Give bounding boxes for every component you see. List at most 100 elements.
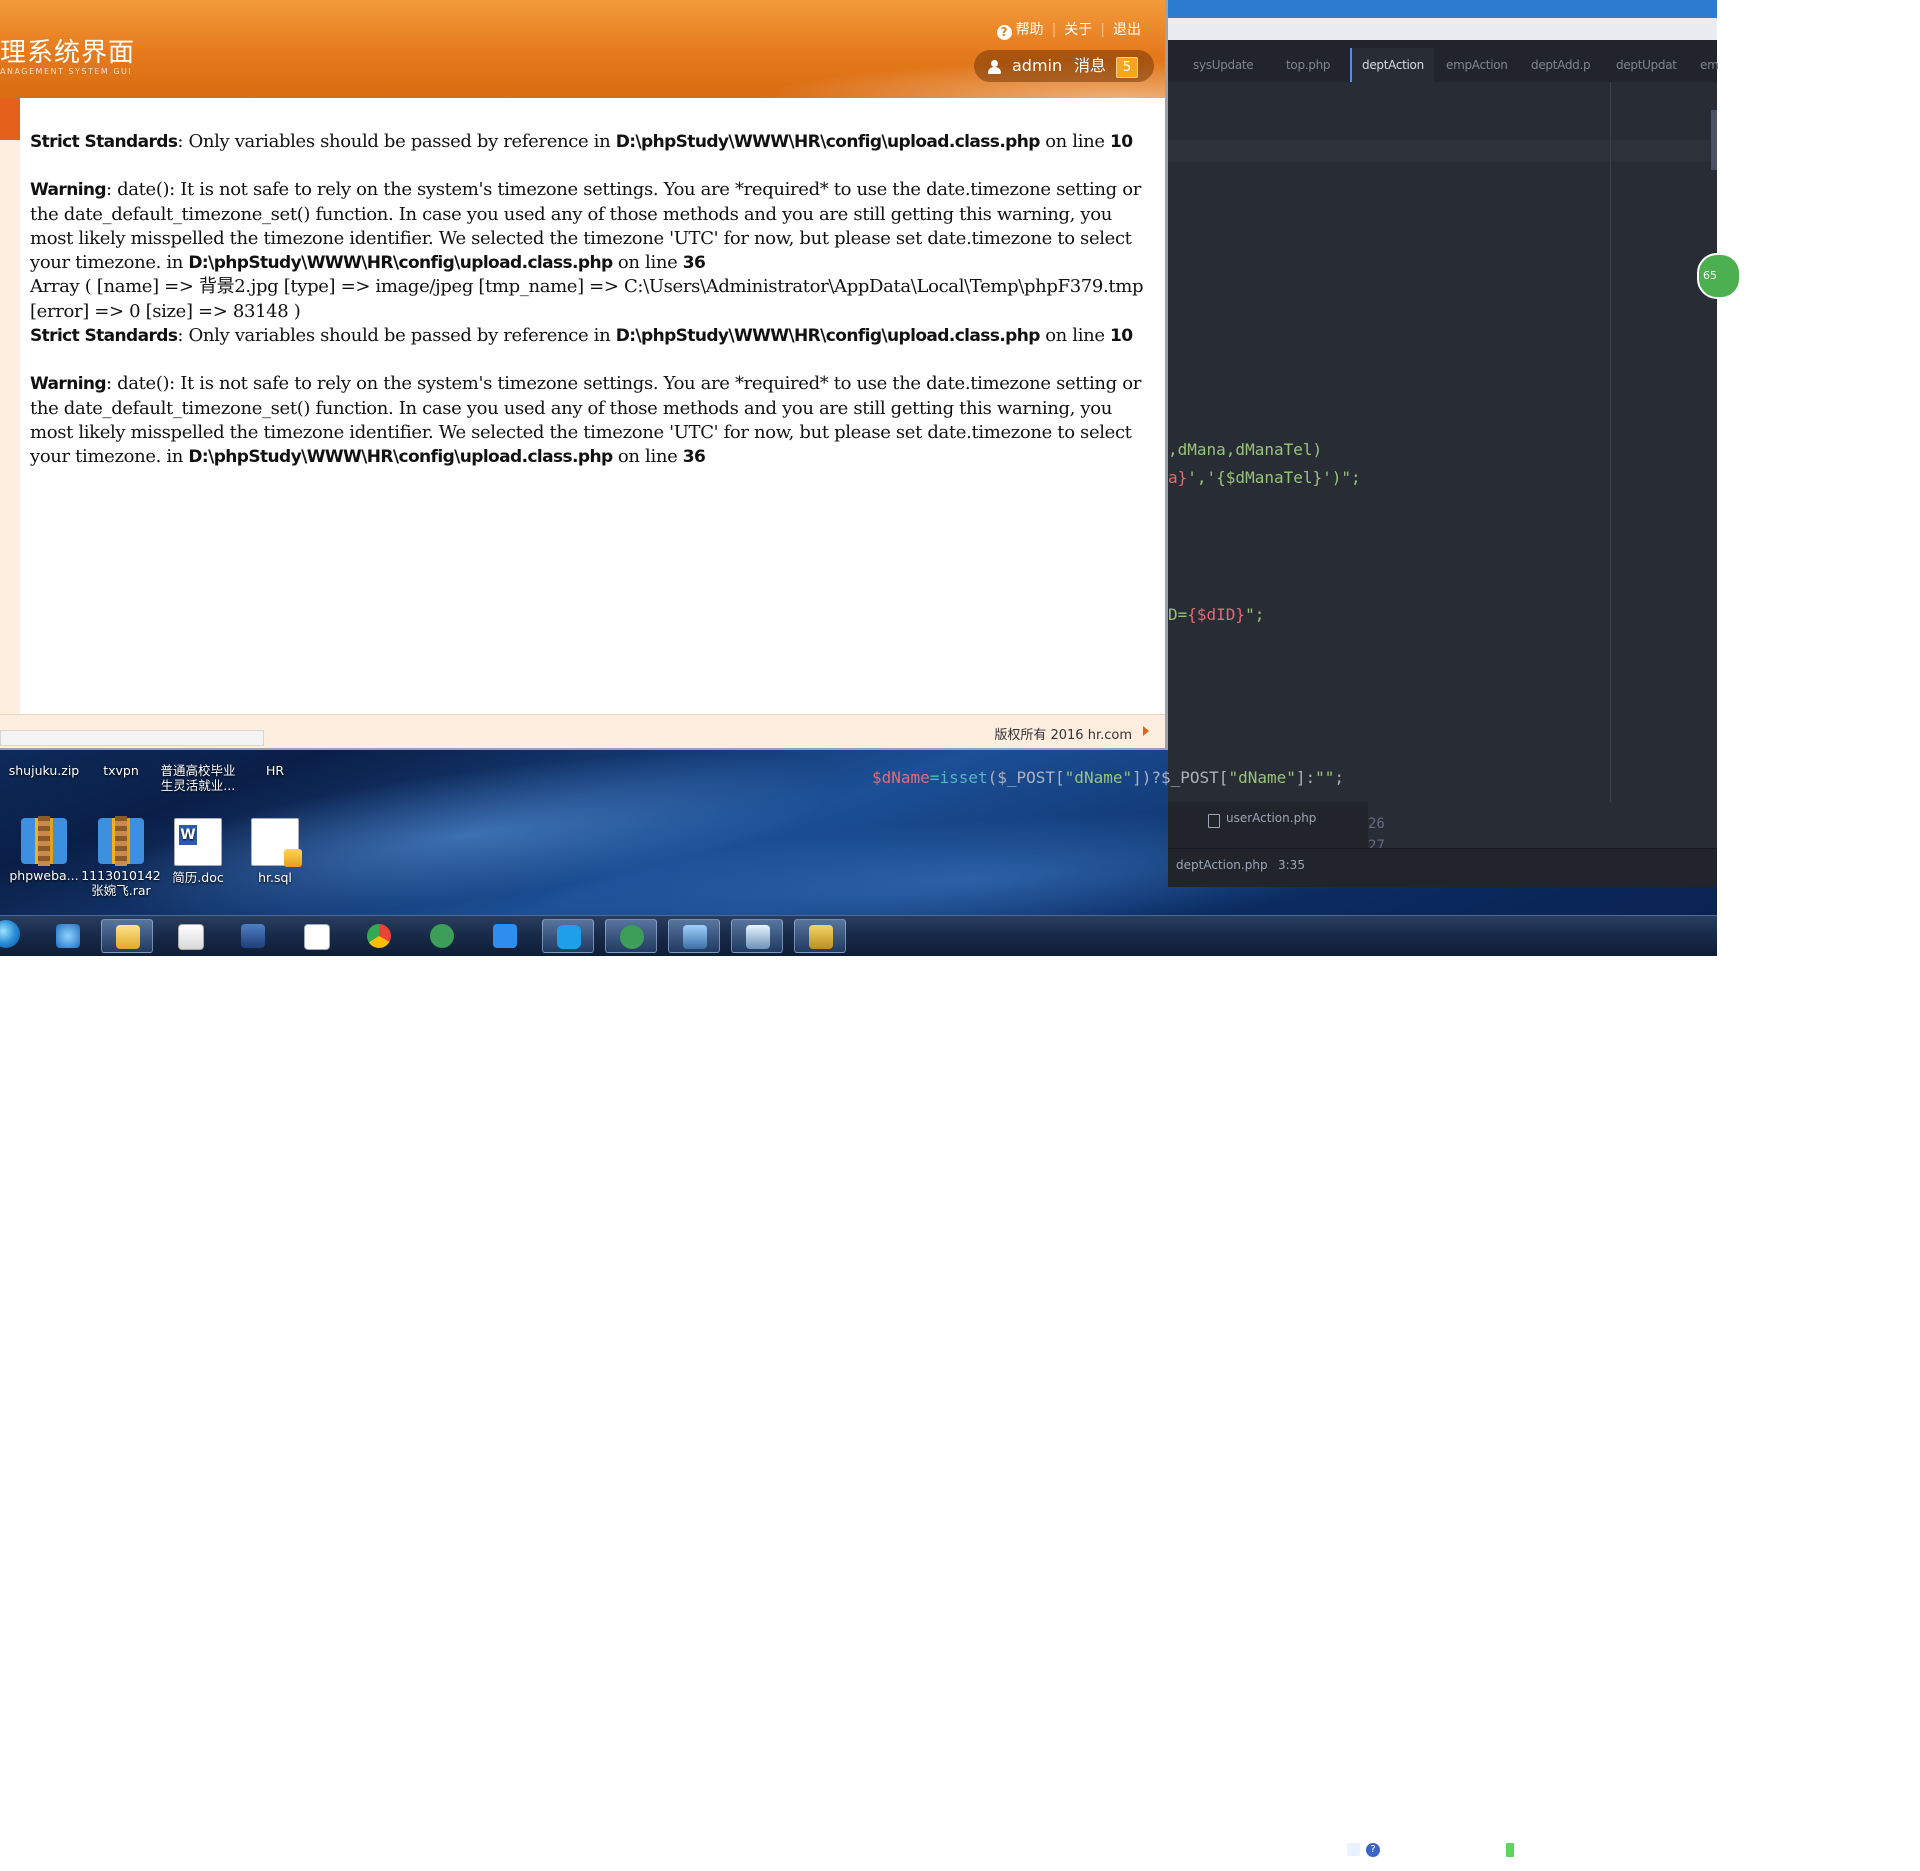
code-variable: $dName — [872, 768, 930, 787]
code-text: ])?$_POST[ — [1132, 768, 1229, 787]
taskbar-chrome-button[interactable] — [353, 919, 405, 953]
taskbar-cloud-button[interactable] — [542, 919, 594, 953]
user-icon — [988, 60, 1001, 74]
code-line: ,dMana,dManaTel) — [1168, 440, 1322, 459]
error-line: 10 — [1110, 326, 1133, 347]
code-text: "; — [1245, 605, 1265, 624]
array-dump: Array ( [name] => 背景2.jpg [type] => imag… — [30, 276, 1144, 322]
code-line: a}','{$dManaTel}')"; — [1168, 468, 1361, 487]
editor-tab[interactable]: top.php — [1286, 48, 1331, 82]
device-tray-icon[interactable] — [1553, 1843, 1564, 1856]
about-link[interactable]: 关于 — [1064, 19, 1092, 39]
error-file: D:\phpStudy\WWW\HR\config\upload.class.p… — [188, 253, 613, 274]
desktop-icon[interactable]: txvpn — [81, 763, 161, 778]
sidebar-accent[interactable] — [0, 98, 20, 140]
code-text: ($_POST[ — [987, 768, 1065, 787]
editor-scrollbar[interactable] — [1711, 110, 1717, 170]
editor-tab[interactable]: deptAdd.p — [1531, 48, 1591, 82]
taskbar-explorer-button[interactable] — [101, 919, 153, 953]
network-icon[interactable] — [1573, 1843, 1586, 1855]
status-file-name[interactable]: deptAction.php — [1176, 858, 1268, 872]
taskbar-atom-button-active[interactable] — [605, 919, 657, 953]
desktop-icon-label: 1113010142张婉飞.rar — [81, 868, 161, 898]
winrar-archive-icon — [21, 816, 67, 866]
language-indicator[interactable]: CH — [1325, 1844, 1342, 1858]
editor-tab[interactable]: em — [1700, 48, 1719, 82]
error-message: Warning: date(): It is not safe to rely … — [30, 372, 1150, 469]
code-string: "" — [1315, 768, 1335, 787]
desktop-icon[interactable]: 简历.doc — [158, 818, 238, 885]
editor-tab[interactable]: sysUpdate — [1193, 48, 1254, 82]
windows-taskbar: CH ? 28% CPU使用 ▲ 🔊︎ 14:42 2017/4/23 — [0, 915, 1717, 1866]
taskbar-app-button[interactable] — [479, 919, 531, 953]
desktop-icon-label: txvpn — [103, 763, 139, 778]
error-line: 36 — [682, 447, 706, 468]
chart-icon — [304, 924, 330, 950]
wps-icon — [493, 924, 517, 948]
error-line: 10 — [1110, 132, 1133, 152]
help-link[interactable]: 帮助 — [1016, 19, 1044, 39]
code-line-26: $dName=isset($_POST["dName"])?$_POST["dN… — [872, 768, 1344, 787]
winrar-archive-icon — [98, 816, 144, 866]
divider: | — [1100, 22, 1105, 38]
help-tray-icon[interactable]: ? — [1366, 1843, 1380, 1857]
code-editor-window: sysUpdate top.php deptAction empAction d… — [1168, 40, 1719, 887]
error-type: Strict Standards — [30, 132, 178, 152]
taskbar-app-button[interactable] — [731, 919, 783, 953]
chrome-icon — [367, 924, 391, 948]
arrow-right-icon[interactable] — [1143, 726, 1149, 736]
desktop-icon-label: phpweba... — [9, 868, 79, 883]
sql-file-icon — [251, 818, 302, 867]
taskbar-app-button[interactable] — [227, 919, 279, 953]
left-sidebar — [0, 98, 20, 714]
desktop-icon[interactable]: shujuku.zip — [4, 763, 84, 778]
battery-icon[interactable] — [1506, 1843, 1514, 1857]
copyright-text: 版权所有 2016 hr.com — [994, 728, 1132, 743]
status-cursor-position[interactable]: 3:35 — [1278, 858, 1305, 872]
taskbar-ie-button[interactable] — [42, 919, 94, 953]
taskbar-app-button[interactable] — [290, 919, 342, 953]
desktop-icon[interactable]: 1113010142张婉飞.rar — [81, 816, 161, 898]
show-hidden-icons-icon[interactable]: ▲ — [1533, 1842, 1541, 1853]
error-file: D:\phpStudy\WWW\HR\config\upload.class.p… — [615, 326, 1041, 347]
atom-icon — [430, 924, 454, 948]
app-header: 理系统界面 ANAGEMENT SYSTEM GUI ? 帮助 | 关于 | 退出 adm… — [0, 0, 1165, 98]
taskbar-app-button[interactable] — [794, 919, 846, 953]
error-message: Warning: date(): It is not safe to rely … — [30, 178, 1150, 275]
cpu-percent: 28% — [1445, 1834, 1471, 1848]
editor-tab-active[interactable]: deptAction — [1350, 48, 1434, 82]
media-player-icon — [178, 924, 204, 950]
user-info-pill[interactable]: admin 消息 5 — [974, 50, 1154, 82]
taskbar-app-button[interactable] — [668, 919, 720, 953]
volume-icon[interactable]: 🔊︎ — [1594, 1841, 1602, 1856]
username[interactable]: admin — [1012, 50, 1062, 82]
message-count-badge[interactable]: 5 — [1116, 57, 1138, 78]
clock-time[interactable]: 14:42 — [1650, 1835, 1702, 1849]
background-window-toolbar — [1168, 18, 1717, 41]
error-type: Strict Standards — [30, 326, 178, 347]
floating-badge[interactable]: 65 — [1697, 253, 1741, 299]
error-message: Strict Standards: Only variables should … — [30, 324, 1150, 348]
file-tree-item[interactable]: userAction.php — [1226, 811, 1316, 825]
taskbar-atom-button[interactable] — [416, 919, 468, 953]
error-file: D:\phpStudy\WWW\HR\config\upload.class.p… — [615, 132, 1041, 152]
desktop-icon[interactable]: phpweba... — [4, 816, 84, 883]
editor-wrap-guide — [1610, 82, 1611, 802]
desktop-icon[interactable]: HR — [235, 763, 315, 778]
desktop-icon-label: 简历.doc — [172, 870, 224, 885]
app-logo-subtitle: ANAGEMENT SYSTEM GUI — [0, 67, 133, 76]
error-text: on line — [612, 252, 683, 274]
background-window-titlebar — [1168, 0, 1717, 18]
messages-link[interactable]: 消息 — [1074, 50, 1106, 82]
taskbar-media-button[interactable] — [164, 919, 216, 953]
desktop-icon[interactable]: 普通高校毕业生灵活就业... — [158, 763, 238, 793]
editor-tab[interactable]: empAction — [1446, 48, 1508, 82]
clock-date[interactable]: 2017/4/23 — [1638, 1852, 1708, 1866]
desktop-icon[interactable]: hr.sql — [235, 818, 315, 885]
editor-tab[interactable]: deptUpdat — [1616, 48, 1677, 82]
app-logo-title: 理系统界面 — [0, 38, 136, 68]
horizontal-scrollbar[interactable] — [0, 730, 264, 746]
checkbox-tray-icon[interactable] — [1347, 1843, 1360, 1856]
logout-link[interactable]: 退出 — [1113, 19, 1141, 39]
code-text: {$dID} — [1187, 605, 1246, 624]
